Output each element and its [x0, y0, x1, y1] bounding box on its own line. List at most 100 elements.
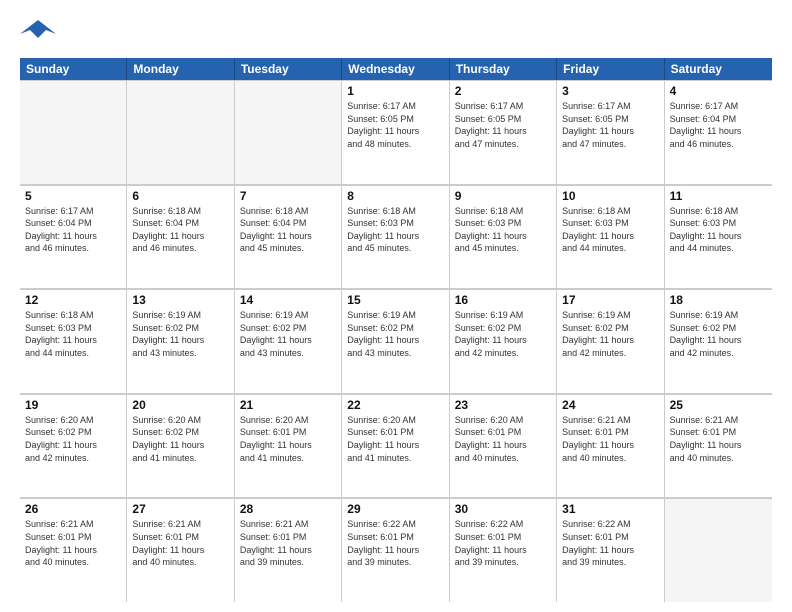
calendar-header: SundayMondayTuesdayWednesdayThursdayFrid…	[20, 58, 772, 80]
cal-cell: 10Sunrise: 6:18 AMSunset: 6:03 PMDayligh…	[557, 185, 664, 289]
cal-cell: 23Sunrise: 6:20 AMSunset: 6:01 PMDayligh…	[450, 394, 557, 498]
logo	[20, 16, 60, 50]
cal-cell: 7Sunrise: 6:18 AMSunset: 6:04 PMDaylight…	[235, 185, 342, 289]
day-info: Sunrise: 6:19 AMSunset: 6:02 PMDaylight:…	[347, 309, 443, 359]
day-number: 26	[25, 502, 121, 516]
cal-cell: 27 Sunrise: 6:21 AMSunset: 6:01 PMDayligh…	[127, 498, 234, 602]
day-number: 3	[562, 84, 658, 98]
cal-cell: 28 Sunrise: 6:21 AMSunset: 6:01 PMDayligh…	[235, 498, 342, 602]
day-number: 14	[240, 293, 336, 307]
day-info: Sunrise: 6:17 AMSunset: 6:04 PMDaylight:…	[670, 100, 767, 150]
cal-cell: 12 Sunrise: 6:18 AMSunset: 6:03 PMDayligh…	[20, 289, 127, 393]
day-number: 1	[347, 84, 443, 98]
day-info: Sunrise: 6:19 AMSunset: 6:02 PMDaylight:…	[562, 309, 658, 359]
week-row-2: 5 Sunrise: 6:17 AMSunset: 6:04 PMDaylight…	[20, 185, 772, 290]
day-info: Sunrise: 6:20 AMSunset: 6:02 PMDaylight:…	[25, 414, 121, 464]
day-number: 22	[347, 398, 443, 412]
day-info: Sunrise: 6:22 AMSunset: 6:01 PMDaylight:…	[455, 518, 551, 568]
day-number: 25	[670, 398, 767, 412]
day-number: 4	[670, 84, 767, 98]
week-row-4: 19 Sunrise: 6:20 AMSunset: 6:02 PMDayligh…	[20, 394, 772, 499]
day-info: Sunrise: 6:19 AMSunset: 6:02 PMDaylight:…	[132, 309, 228, 359]
cal-cell: 29Sunrise: 6:22 AMSunset: 6:01 PMDayligh…	[342, 498, 449, 602]
day-number: 29	[347, 502, 443, 516]
day-info: Sunrise: 6:21 AMSunset: 6:01 PMDaylight:…	[240, 518, 336, 568]
day-info: Sunrise: 6:17 AMSunset: 6:05 PMDaylight:…	[347, 100, 443, 150]
header	[20, 16, 772, 50]
cal-cell	[235, 80, 342, 184]
day-number: 17	[562, 293, 658, 307]
day-number: 18	[670, 293, 767, 307]
day-number: 19	[25, 398, 121, 412]
day-info: Sunrise: 6:21 AMSunset: 6:01 PMDaylight:…	[562, 414, 658, 464]
cal-cell: 15 Sunrise: 6:19 AMSunset: 6:02 PMDayligh…	[342, 289, 449, 393]
cal-cell: 16 Sunrise: 6:19 AMSunset: 6:02 PMDayligh…	[450, 289, 557, 393]
day-info: Sunrise: 6:19 AMSunset: 6:02 PMDaylight:…	[455, 309, 551, 359]
cal-cell: 3 Sunrise: 6:17 AMSunset: 6:05 PMDaylight…	[557, 80, 664, 184]
day-info: Sunrise: 6:18 AMSunset: 6:03 PMDaylight:…	[670, 205, 767, 255]
day-info: Sunrise: 6:17 AMSunset: 6:05 PMDaylight:…	[455, 100, 551, 150]
day-info: Sunrise: 6:18 AMSunset: 6:03 PMDaylight:…	[347, 205, 443, 255]
cal-cell: 25 Sunrise: 6:21 AMSunset: 6:01 PMDayligh…	[665, 394, 772, 498]
cal-cell: 1 Sunrise: 6:17 AMSunset: 6:05 PMDaylight…	[342, 80, 449, 184]
week-row-5: 26 Sunrise: 6:21 AMSunset: 6:01 PMDayligh…	[20, 498, 772, 602]
day-info: Sunrise: 6:19 AMSunset: 6:02 PMDaylight:…	[670, 309, 767, 359]
calendar-body: 1 Sunrise: 6:17 AMSunset: 6:05 PMDaylight…	[20, 80, 772, 602]
day-info: Sunrise: 6:17 AMSunset: 6:04 PMDaylight:…	[25, 205, 121, 255]
day-number: 9	[455, 189, 551, 203]
cal-cell: 24 Sunrise: 6:21 AMSunset: 6:01 PMDayligh…	[557, 394, 664, 498]
day-number: 12	[25, 293, 121, 307]
day-info: Sunrise: 6:18 AMSunset: 6:03 PMDaylight:…	[25, 309, 121, 359]
cal-cell: 30Sunrise: 6:22 AMSunset: 6:01 PMDayligh…	[450, 498, 557, 602]
calendar: SundayMondayTuesdayWednesdayThursdayFrid…	[20, 58, 772, 602]
day-number: 11	[670, 189, 767, 203]
day-number: 6	[132, 189, 228, 203]
day-info: Sunrise: 6:21 AMSunset: 6:01 PMDaylight:…	[670, 414, 767, 464]
day-number: 13	[132, 293, 228, 307]
day-info: Sunrise: 6:18 AMSunset: 6:03 PMDaylight:…	[455, 205, 551, 255]
header-day-wednesday: Wednesday	[342, 58, 449, 80]
cal-cell: 14Sunrise: 6:19 AMSunset: 6:02 PMDayligh…	[235, 289, 342, 393]
page: SundayMondayTuesdayWednesdayThursdayFrid…	[0, 0, 792, 612]
day-number: 2	[455, 84, 551, 98]
day-number: 5	[25, 189, 121, 203]
cal-cell: 22 Sunrise: 6:20 AMSunset: 6:01 PMDayligh…	[342, 394, 449, 498]
day-number: 15	[347, 293, 443, 307]
day-number: 10	[562, 189, 658, 203]
cal-cell: 8Sunrise: 6:18 AMSunset: 6:03 PMDaylight…	[342, 185, 449, 289]
day-info: Sunrise: 6:20 AMSunset: 6:01 PMDaylight:…	[347, 414, 443, 464]
day-number: 21	[240, 398, 336, 412]
cal-cell: 9 Sunrise: 6:18 AMSunset: 6:03 PMDaylight…	[450, 185, 557, 289]
day-info: Sunrise: 6:20 AMSunset: 6:02 PMDaylight:…	[132, 414, 228, 464]
day-number: 23	[455, 398, 551, 412]
cal-cell: 17 Sunrise: 6:19 AMSunset: 6:02 PMDayligh…	[557, 289, 664, 393]
cal-cell: 19 Sunrise: 6:20 AMSunset: 6:02 PMDayligh…	[20, 394, 127, 498]
header-day-friday: Friday	[557, 58, 664, 80]
cal-cell: 31Sunrise: 6:22 AMSunset: 6:01 PMDayligh…	[557, 498, 664, 602]
header-day-thursday: Thursday	[450, 58, 557, 80]
day-info: Sunrise: 6:17 AMSunset: 6:05 PMDaylight:…	[562, 100, 658, 150]
day-number: 27	[132, 502, 228, 516]
cal-cell: 11 Sunrise: 6:18 AMSunset: 6:03 PMDayligh…	[665, 185, 772, 289]
cal-cell: 5 Sunrise: 6:17 AMSunset: 6:04 PMDaylight…	[20, 185, 127, 289]
header-day-saturday: Saturday	[665, 58, 772, 80]
week-row-3: 12 Sunrise: 6:18 AMSunset: 6:03 PMDayligh…	[20, 289, 772, 394]
cal-cell: 2 Sunrise: 6:17 AMSunset: 6:05 PMDaylight…	[450, 80, 557, 184]
header-day-tuesday: Tuesday	[235, 58, 342, 80]
header-day-sunday: Sunday	[20, 58, 127, 80]
day-info: Sunrise: 6:18 AMSunset: 6:04 PMDaylight:…	[132, 205, 228, 255]
day-number: 7	[240, 189, 336, 203]
day-info: Sunrise: 6:21 AMSunset: 6:01 PMDaylight:…	[132, 518, 228, 568]
day-number: 24	[562, 398, 658, 412]
cal-cell	[665, 498, 772, 602]
cal-cell: 21Sunrise: 6:20 AMSunset: 6:01 PMDayligh…	[235, 394, 342, 498]
header-day-monday: Monday	[127, 58, 234, 80]
logo-bird-icon	[20, 16, 56, 50]
cal-cell	[127, 80, 234, 184]
day-number: 28	[240, 502, 336, 516]
cal-cell: 13 Sunrise: 6:19 AMSunset: 6:02 PMDayligh…	[127, 289, 234, 393]
cal-cell: 4 Sunrise: 6:17 AMSunset: 6:04 PMDaylight…	[665, 80, 772, 184]
day-number: 31	[562, 502, 658, 516]
cal-cell	[20, 80, 127, 184]
day-number: 16	[455, 293, 551, 307]
